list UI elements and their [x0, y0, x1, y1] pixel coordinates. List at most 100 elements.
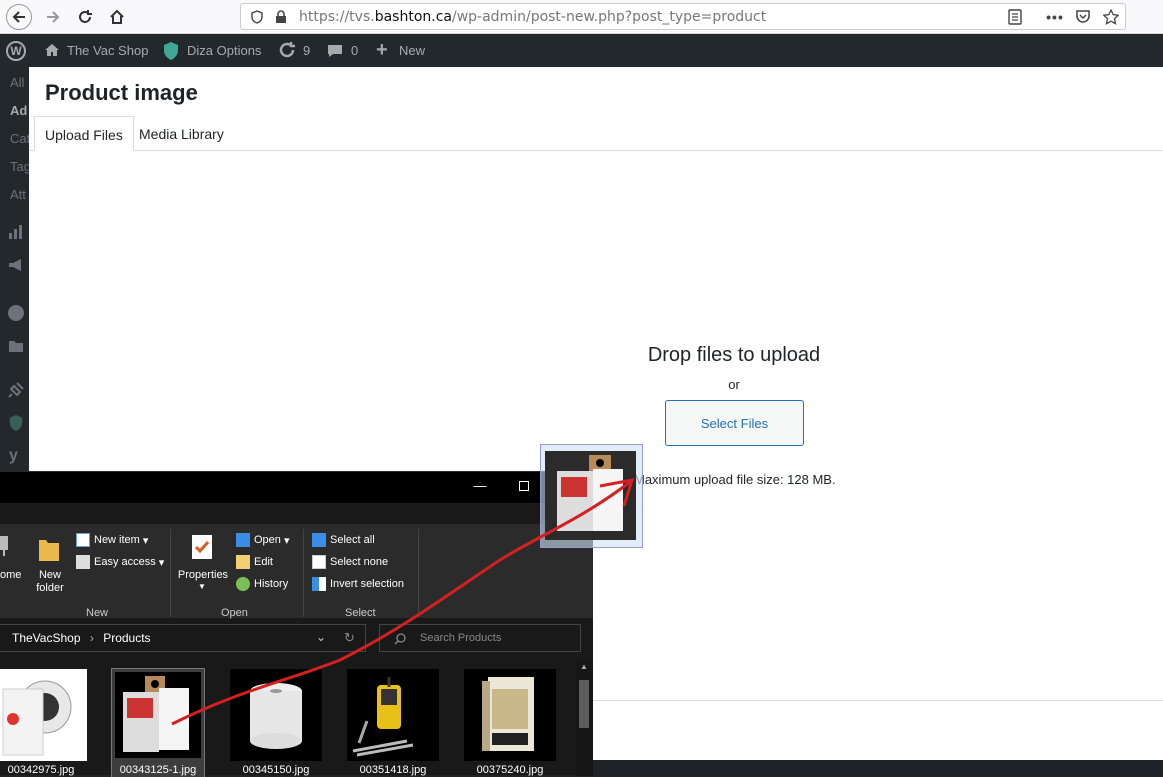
properties-icon [190, 533, 214, 566]
vertical-scrollbar[interactable]: ▲ [576, 660, 593, 776]
sidebar-item-tags[interactable]: Tag [10, 159, 31, 174]
updates-count[interactable]: 9 [303, 43, 310, 58]
ribbon-group-select: Select [345, 607, 376, 619]
file-thumbnail [115, 672, 201, 758]
new-content-link[interactable]: New [399, 43, 425, 58]
ribbon-separator [170, 529, 171, 617]
folder-icon[interactable] [8, 339, 24, 358]
modal-title: Product image [45, 80, 198, 105]
ribbon-separator [303, 529, 304, 617]
new-item-button[interactable]: New item ▾ [76, 533, 148, 547]
comments-count[interactable]: 0 [351, 43, 358, 58]
edit-button[interactable]: Edit [236, 555, 273, 569]
wordpress-logo-icon[interactable]: W [6, 41, 26, 61]
file-thumbnail [230, 669, 322, 761]
scroll-up-icon[interactable]: ▲ [580, 662, 588, 671]
open-icon [236, 533, 250, 547]
home-button[interactable] [104, 4, 130, 30]
chevron-down-icon[interactable]: ▼ [198, 582, 206, 591]
properties-button[interactable]: Properties [176, 569, 230, 582]
reload-button[interactable] [72, 4, 98, 30]
breadcrumb-thevacshop[interactable]: TheVacShop [12, 631, 81, 645]
arrow-right-icon [47, 11, 60, 23]
site-name-link[interactable]: The Vac Shop [67, 43, 148, 58]
yoast-icon[interactable]: y [9, 447, 18, 465]
updates-icon[interactable] [278, 41, 296, 62]
elementor-icon[interactable] [8, 305, 24, 321]
file-thumbnail [464, 669, 556, 761]
tab-upload-files[interactable]: Upload Files [34, 116, 134, 151]
history-button[interactable]: History [236, 577, 288, 591]
plugins-icon[interactable] [8, 382, 24, 403]
explorer-titlebar[interactable]: — [0, 472, 593, 503]
open-button[interactable]: Open ▾ [236, 533, 290, 547]
shield-icon[interactable] [162, 41, 180, 64]
new-item-icon [76, 533, 90, 547]
file-item[interactable]: 00345150.jpg [230, 669, 322, 777]
easy-access-icon [76, 555, 90, 569]
select-files-button[interactable]: Select Files [665, 400, 804, 446]
arrow-left-icon [12, 11, 25, 23]
ribbon-group-open: Open [221, 607, 248, 619]
theme-shield-icon[interactable] [8, 414, 24, 437]
drop-zone-title: Drop files to upload [647, 344, 821, 366]
file-item-selected[interactable]: 00343125-1.jpg [111, 668, 205, 777]
file-name: 00345150.jpg [242, 764, 310, 776]
plus-icon[interactable]: + [376, 39, 388, 62]
drag-preview [540, 444, 643, 548]
reader-view-icon[interactable] [1005, 7, 1025, 27]
lock-icon[interactable] [271, 7, 291, 27]
sidebar-item-add[interactable]: Ad [10, 103, 27, 118]
forward-button[interactable] [40, 4, 66, 30]
sidebar-item-attributes[interactable]: Att [10, 187, 26, 202]
maximize-icon [519, 481, 529, 491]
file-item[interactable]: 00375240.jpg [464, 669, 556, 777]
pin-icon[interactable] [0, 534, 10, 556]
chevron-down-icon[interactable]: ⌄ [316, 630, 326, 644]
breadcrumb-products[interactable]: Products [103, 631, 150, 645]
home-partial-label[interactable]: ome [0, 569, 21, 582]
maximize-button[interactable] [514, 478, 534, 496]
sidebar-item-all[interactable]: All [10, 75, 24, 90]
analytics-icon[interactable] [8, 224, 24, 240]
address-bar[interactable]: TheVacShop › Products ⌄ ↻ [0, 624, 366, 652]
bottom-strip [593, 760, 1163, 775]
invert-selection-icon [312, 577, 326, 591]
url-text[interactable]: https://tvs.bashton.ca/wp-admin/post-new… [299, 9, 766, 25]
reload-icon [79, 10, 92, 23]
file-name: 00375240.jpg [476, 764, 544, 776]
more-actions-icon[interactable]: ••• [1045, 7, 1065, 27]
browser-toolbar: https://tvs.bashton.ca/wp-admin/post-new… [0, 0, 1163, 34]
drop-zone-or: or [728, 377, 740, 392]
file-item[interactable]: 00342975.jpg [0, 669, 87, 777]
scroll-thumb[interactable] [579, 680, 589, 728]
file-item[interactable]: 00351418.jpg [347, 669, 439, 777]
pocket-icon[interactable] [1073, 7, 1093, 27]
comments-icon[interactable] [327, 44, 343, 61]
bookmark-star-icon[interactable] [1101, 7, 1121, 27]
refresh-icon[interactable]: ↻ [344, 630, 355, 646]
ribbon-separator [418, 529, 419, 617]
search-input[interactable]: Search Products [420, 632, 501, 644]
shield-icon[interactable] [247, 7, 267, 27]
drag-preview-image [545, 451, 636, 540]
url-bar[interactable]: https://tvs.bashton.ca/wp-admin/post-new… [240, 3, 1126, 30]
sidebar-item-categories[interactable]: Cat [10, 131, 30, 146]
diza-options-link[interactable]: Diza Options [187, 43, 261, 58]
tab-media-library[interactable]: Media Library [129, 116, 234, 151]
file-name: 00343125-1.jpg [119, 764, 197, 776]
select-none-button[interactable]: Select none [312, 555, 388, 569]
media-tabs: Upload Files Media Library [29, 116, 1163, 151]
minimize-button[interactable]: — [470, 478, 490, 496]
marketing-icon[interactable] [8, 257, 24, 278]
select-all-button[interactable]: Select all [312, 533, 375, 547]
file-name: 00351418.jpg [359, 764, 427, 776]
invert-selection-button[interactable]: Invert selection [312, 577, 404, 591]
back-button[interactable] [6, 4, 32, 30]
home-icon[interactable] [44, 43, 60, 60]
search-box[interactable]: Search Products [379, 624, 581, 652]
search-icon [394, 632, 406, 650]
new-folder-button[interactable]: New folder [33, 569, 67, 595]
easy-access-button[interactable]: Easy access ▾ [76, 555, 164, 569]
history-icon [236, 577, 250, 591]
